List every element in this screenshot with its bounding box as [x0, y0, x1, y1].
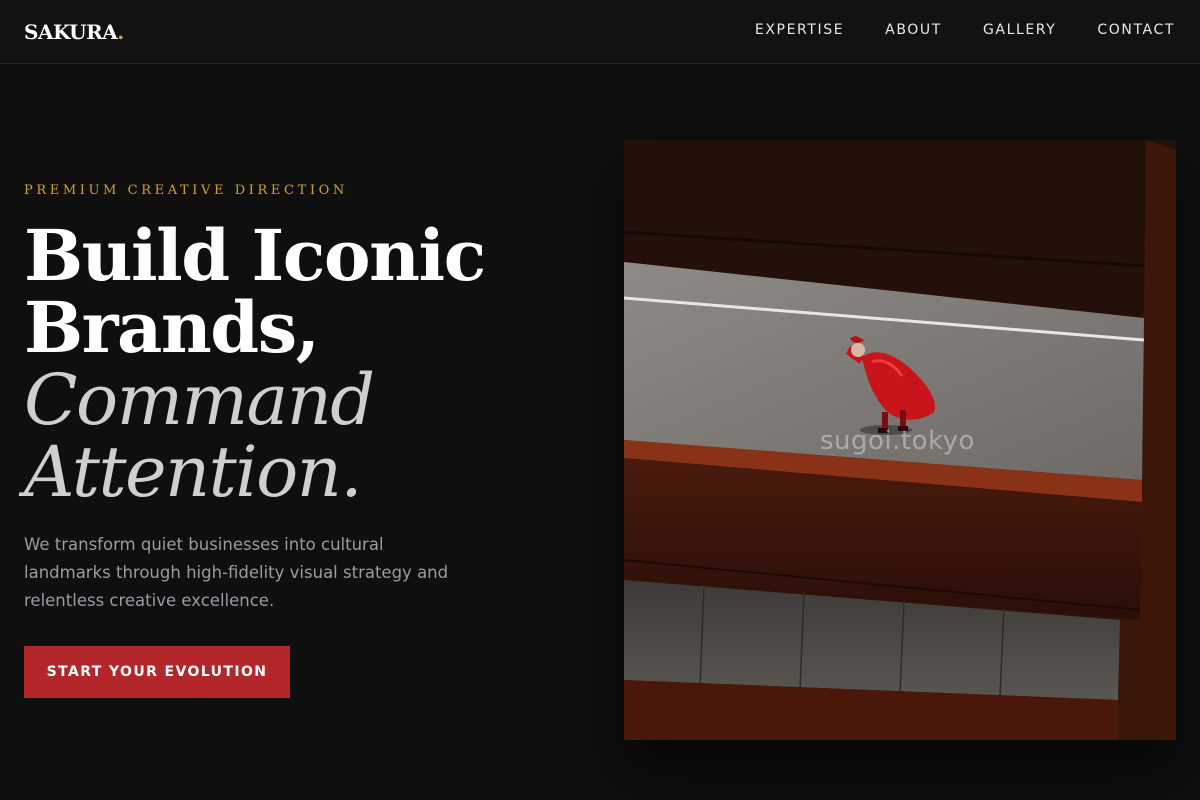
start-evolution-button[interactable]: START YOUR EVOLUTION — [24, 646, 290, 698]
hero-image: sugoi.tokyo — [624, 140, 1176, 740]
nav-link-contact[interactable]: CONTACT — [1097, 22, 1175, 38]
headline-line-3: Command — [24, 359, 375, 441]
image-watermark: sugoi.tokyo — [820, 426, 975, 456]
hero-headline: Build Iconic Brands, Command Attention. — [24, 214, 584, 513]
nav-link-gallery[interactable]: GALLERY — [983, 22, 1056, 38]
main-nav: EXPERTISE ABOUT GALLERY CONTACT — [755, 22, 1175, 38]
hero-subcopy: We transform quiet businesses into cultu… — [24, 535, 449, 610]
logo-text: SAKURA — [24, 20, 118, 44]
headline-line-2: Brands, — [24, 286, 320, 369]
headline-line-4: Attention. — [24, 431, 363, 513]
logo-dot: . — [117, 20, 124, 44]
nav-link-about[interactable]: ABOUT — [885, 22, 942, 38]
logo[interactable]: SAKURA. — [24, 20, 124, 44]
headline-line-1: Build Iconic — [24, 214, 486, 297]
hero-eyebrow: PREMIUM CREATIVE DIRECTION — [24, 183, 348, 198]
nav-link-expertise[interactable]: EXPERTISE — [755, 22, 844, 38]
site-header: SAKURA. EXPERTISE ABOUT GALLERY CONTACT — [0, 0, 1200, 64]
